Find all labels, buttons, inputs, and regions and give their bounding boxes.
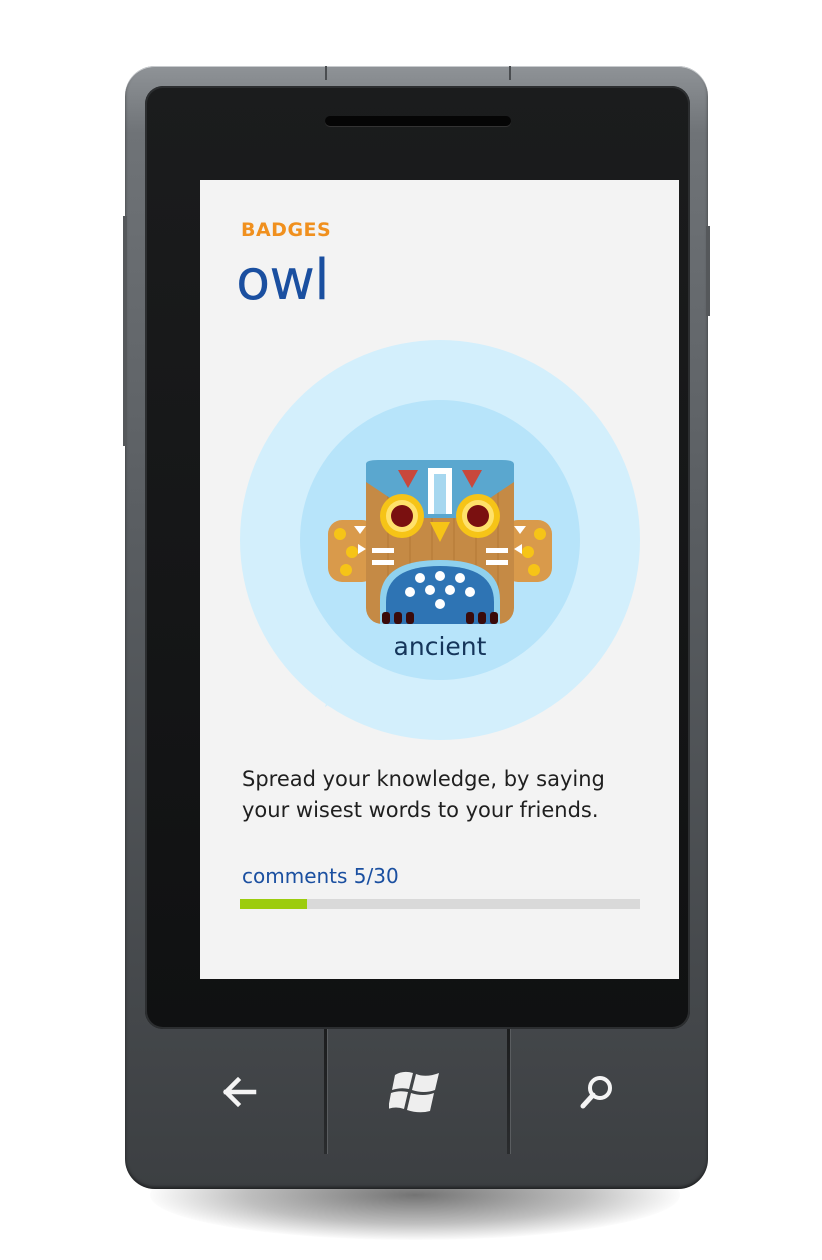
- power-button: [706, 226, 710, 316]
- back-arrow-icon: [222, 1076, 257, 1108]
- button-divider: [324, 1029, 327, 1154]
- page-title: owl: [236, 248, 330, 313]
- owl-badge-icon: [328, 460, 552, 624]
- progress-label: comments 5/30: [242, 864, 399, 888]
- earpiece-speaker: [325, 116, 511, 126]
- phone-device: BADGES owl ancient Spread your knowledge…: [123, 66, 710, 1189]
- badge-caption: ancient: [393, 632, 487, 661]
- top-seam: [509, 66, 511, 80]
- start-button[interactable]: [377, 1057, 457, 1127]
- badge-screen: BADGES owl ancient Spread your knowledge…: [200, 180, 679, 979]
- progress-bar-fill: [240, 899, 307, 909]
- badge-description: Spread your knowledge, by saying your wi…: [242, 767, 605, 822]
- back-button[interactable]: [200, 1057, 280, 1127]
- progress-bar: [240, 899, 640, 909]
- search-icon: [580, 1076, 612, 1109]
- page-label: BADGES: [241, 219, 332, 241]
- search-button[interactable]: [557, 1057, 637, 1127]
- windows-logo-icon: [389, 1071, 439, 1113]
- hardware-button-bar: [125, 1029, 708, 1159]
- button-divider: [507, 1029, 510, 1154]
- screen-bezel: BADGES owl ancient Spread your knowledge…: [145, 86, 690, 1029]
- volume-rocker: [123, 216, 127, 446]
- top-seam: [325, 66, 327, 80]
